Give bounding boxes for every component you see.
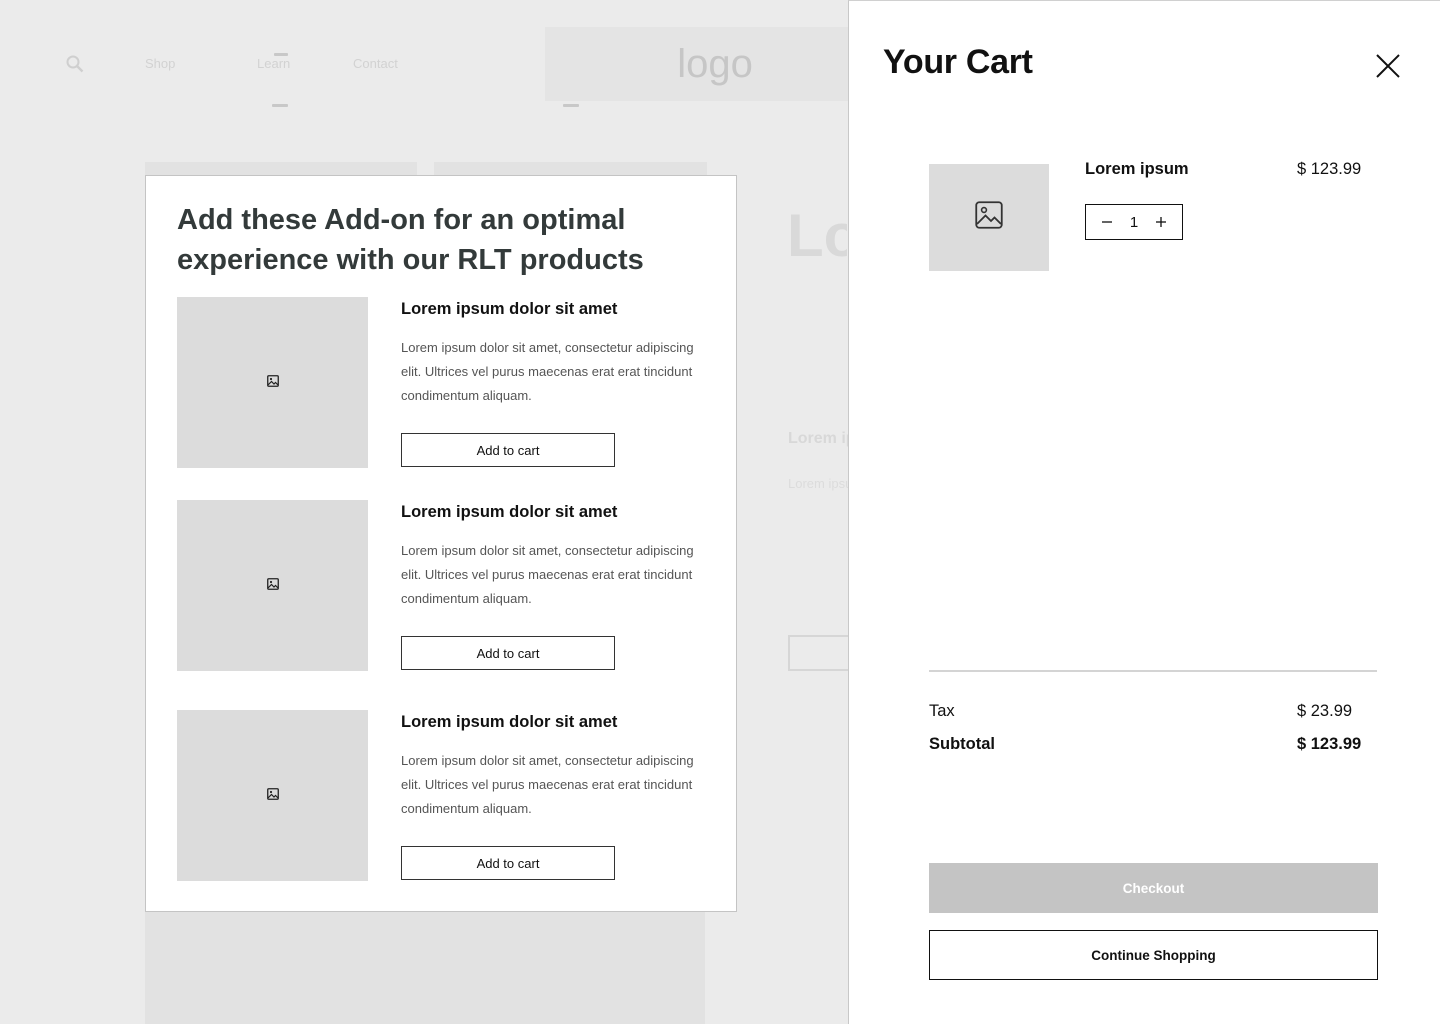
checkout-button[interactable]: Checkout [929, 863, 1378, 913]
cart-item-thumbnail [929, 164, 1049, 271]
background-tile [145, 912, 705, 1024]
cart-item-name: Lorem ipsum [1085, 160, 1189, 178]
quantity-value[interactable]: 1 [1130, 214, 1138, 231]
nav-contact[interactable]: Contact [353, 56, 398, 71]
nav-indicator [274, 53, 288, 56]
continue-shopping-button[interactable]: Continue Shopping [929, 930, 1378, 980]
quantity-stepper: 1 [1085, 204, 1183, 240]
add-to-cart-button[interactable]: Add to cart [401, 636, 615, 670]
logo: logo [545, 27, 885, 101]
add-to-cart-button[interactable]: Add to cart [401, 846, 615, 880]
background-hero-title: Lo sit co [787, 202, 847, 269]
addon-item: Lorem ipsum dolor sit amet Lorem ipsum d… [177, 710, 717, 881]
background-hero-subtitle: Lorem ip [788, 430, 848, 447]
addon-item: Lorem ipsum dolor sit amet Lorem ipsum d… [177, 500, 717, 671]
addon-item-description: Lorem ipsum dolor sit amet, consectetur … [401, 340, 694, 403]
background-tile [434, 162, 707, 176]
nav-learn[interactable]: Learn [257, 56, 290, 71]
addon-thumbnail [177, 710, 368, 881]
addon-item-description: Lorem ipsum dolor sit amet, consectetur … [401, 543, 694, 606]
cart-title: Your Cart [883, 43, 1033, 81]
addon-thumbnail [177, 500, 368, 671]
image-placeholder-icon [266, 374, 279, 392]
addon-item: Lorem ipsum dolor sit amet Lorem ipsum d… [177, 297, 717, 468]
subtotal-value: $ 123.99 [1297, 735, 1362, 753]
cart-divider [929, 670, 1377, 672]
subtotal-label: Subtotal [929, 735, 995, 753]
addon-modal-title: Add these Add-on for an optimal experien… [177, 204, 644, 276]
cart-item-price: $ 123.99 [1297, 160, 1362, 178]
search-icon[interactable] [66, 55, 84, 73]
image-placeholder-icon [266, 787, 279, 805]
background-hero-body: Lorem ipsum Ultrices vel condiment gravi… [788, 476, 848, 491]
addon-item-name: Lorem ipsum dolor sit amet [401, 300, 618, 318]
image-placeholder-icon [266, 577, 279, 595]
nav-shop[interactable]: Shop [145, 56, 175, 71]
addon-item-description: Lorem ipsum dolor sit amet, consectetur … [401, 753, 694, 816]
add-to-cart-button[interactable]: Add to cart [401, 433, 615, 467]
addon-item-name: Lorem ipsum dolor sit amet [401, 503, 618, 521]
plus-icon[interactable] [1154, 215, 1168, 229]
background-tile [145, 162, 417, 176]
addon-thumbnail [177, 297, 368, 468]
image-placeholder-icon [975, 201, 1003, 234]
tax-label: Tax [929, 702, 955, 720]
close-icon[interactable] [1373, 51, 1403, 81]
nav-indicator [563, 104, 579, 107]
cart-panel: Your Cart Lorem ipsum $ 123.99 1 Tax $ 2… [848, 0, 1440, 1024]
tax-value: $ 23.99 [1297, 702, 1353, 720]
nav-indicator [272, 104, 288, 107]
addon-modal: Add these Add-on for an optimal experien… [145, 175, 737, 912]
addon-item-name: Lorem ipsum dolor sit amet [401, 713, 618, 731]
minus-icon[interactable] [1100, 215, 1114, 229]
